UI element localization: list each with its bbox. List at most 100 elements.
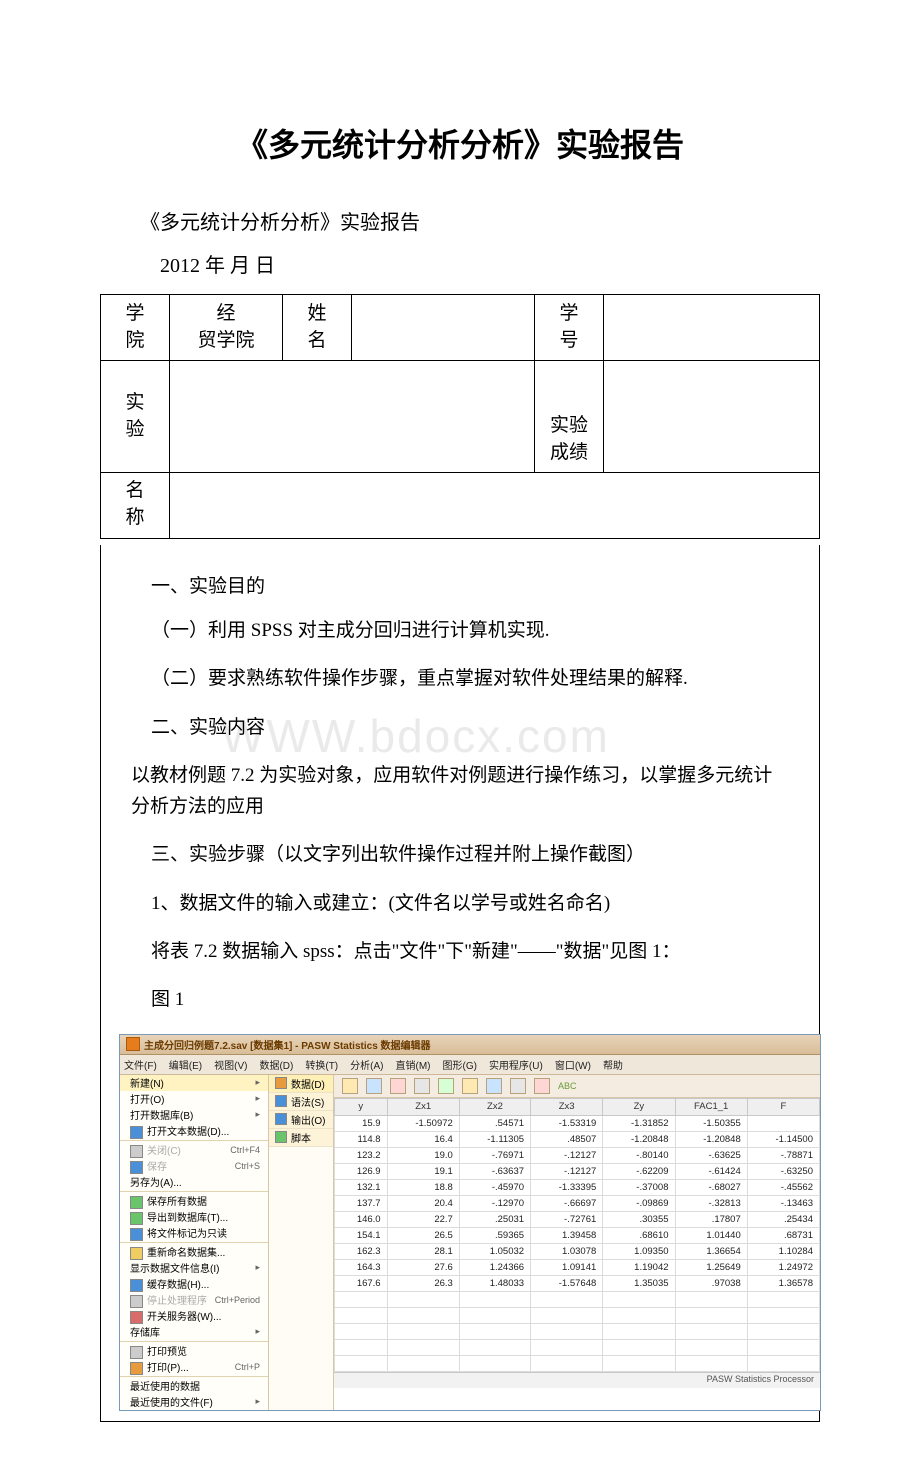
submenu-item[interactable]: 输出(O) — [269, 1111, 333, 1129]
grid-cell[interactable]: .48507 — [531, 1131, 603, 1147]
file-menu-item[interactable]: 打印预览 — [120, 1343, 268, 1359]
table-row[interactable]: 162.328.11.050321.030781.093501.366541.1… — [335, 1243, 820, 1259]
grid-cell[interactable]: -.63637 — [459, 1163, 530, 1179]
grid-cell[interactable]: 1.35035 — [603, 1275, 675, 1291]
grid-cell[interactable]: 164.3 — [335, 1259, 388, 1275]
table-row[interactable] — [335, 1307, 820, 1323]
table-row[interactable]: 154.126.5.593651.39458.686101.01440.6873… — [335, 1227, 820, 1243]
toolbar-icon[interactable] — [534, 1078, 550, 1094]
grid-cell[interactable]: -.37008 — [603, 1179, 675, 1195]
grid-cell[interactable] — [603, 1339, 675, 1355]
grid-cell[interactable]: 1.24972 — [747, 1259, 819, 1275]
toolbar-icon[interactable] — [414, 1078, 430, 1094]
grid-cell[interactable]: .68731 — [747, 1227, 819, 1243]
file-menu-item[interactable]: 开关服务器(W)... — [120, 1308, 268, 1324]
file-menu-item[interactable]: 重新命名数据集... — [120, 1244, 268, 1260]
grid-cell[interactable]: -.45970 — [459, 1179, 530, 1195]
grid-cell[interactable]: 1.19042 — [603, 1259, 675, 1275]
new-submenu[interactable]: 数据(D)语法(S)输出(O)脚本 — [269, 1075, 334, 1410]
grid-cell[interactable]: .17807 — [675, 1211, 747, 1227]
file-menu-item[interactable]: 最近使用的数据 — [120, 1378, 268, 1394]
file-menu-item[interactable]: 打开数据库(B)▸ — [120, 1107, 268, 1123]
toolbar-icon[interactable] — [342, 1078, 358, 1094]
grid-cell[interactable]: -.62209 — [603, 1163, 675, 1179]
grid-cell[interactable]: 1.09141 — [531, 1259, 603, 1275]
file-menu-item[interactable]: 打开(O)▸ — [120, 1091, 268, 1107]
menu-item[interactable]: 窗口(W) — [555, 1057, 591, 1072]
grid-cell[interactable]: 1.03078 — [531, 1243, 603, 1259]
toolbar-icon[interactable] — [510, 1078, 526, 1094]
grid-cell[interactable] — [387, 1339, 459, 1355]
menu-item[interactable]: 编辑(E) — [169, 1057, 202, 1072]
grid-cell[interactable]: 26.3 — [387, 1275, 459, 1291]
grid-cell[interactable] — [675, 1339, 747, 1355]
file-menu-item[interactable]: 将文件标记为只读 — [120, 1225, 268, 1241]
toolbar-icon[interactable] — [462, 1078, 478, 1094]
menu-item[interactable]: 文件(F) — [124, 1057, 157, 1072]
submenu-item[interactable]: 语法(S) — [269, 1093, 333, 1111]
grid-cell[interactable]: 1.10284 — [747, 1243, 819, 1259]
grid-cell[interactable]: -1.50355 — [675, 1115, 747, 1131]
grid-cell[interactable] — [747, 1291, 819, 1307]
grid-cell[interactable]: 1.09350 — [603, 1243, 675, 1259]
grid-cell[interactable]: -1.57648 — [531, 1275, 603, 1291]
grid-cell[interactable] — [459, 1323, 530, 1339]
grid-header[interactable]: Zx1 — [387, 1098, 459, 1115]
grid-cell[interactable]: 167.6 — [335, 1275, 388, 1291]
menu-item[interactable]: 转换(T) — [305, 1057, 338, 1072]
file-menu-item[interactable]: 打印(P)...Ctrl+P — [120, 1359, 268, 1375]
grid-cell[interactable]: .68610 — [603, 1227, 675, 1243]
table-row[interactable]: 132.118.8-.45970-1.33395-.37008-.68027-.… — [335, 1179, 820, 1195]
grid-cell[interactable]: -.12127 — [531, 1147, 603, 1163]
table-row[interactable]: 146.022.7.25031-.72761.30355.17807.25434 — [335, 1211, 820, 1227]
submenu-item[interactable]: 脚本 — [269, 1129, 333, 1147]
file-menu-item[interactable]: 新建(N)▸ — [120, 1075, 268, 1091]
grid-cell[interactable] — [531, 1323, 603, 1339]
grid-cell[interactable]: .30355 — [603, 1211, 675, 1227]
grid-cell[interactable] — [335, 1323, 388, 1339]
grid-cell[interactable]: 27.6 — [387, 1259, 459, 1275]
toolbar-icon[interactable] — [486, 1078, 502, 1094]
abc-icon[interactable]: ABC — [558, 1081, 577, 1091]
menu-item[interactable]: 图形(G) — [442, 1057, 476, 1072]
grid-cell[interactable]: -.66697 — [531, 1195, 603, 1211]
grid-cell[interactable]: .59365 — [459, 1227, 530, 1243]
grid-cell[interactable]: 114.8 — [335, 1131, 388, 1147]
grid-cell[interactable]: -.63250 — [747, 1163, 819, 1179]
file-menu-item[interactable]: 显示数据文件信息(I)▸ — [120, 1260, 268, 1276]
data-grid[interactable]: yZx1Zx2Zx3ZyFAC1_1F15.9-1.50972.54571-1.… — [334, 1098, 820, 1372]
grid-cell[interactable]: 162.3 — [335, 1243, 388, 1259]
table-row[interactable] — [335, 1291, 820, 1307]
grid-cell[interactable]: -1.14500 — [747, 1131, 819, 1147]
file-menu-item[interactable]: 另存为(A)... — [120, 1174, 268, 1190]
spss-toolbar[interactable]: ABC — [334, 1075, 820, 1098]
grid-cell[interactable] — [603, 1355, 675, 1371]
grid-cell[interactable]: 154.1 — [335, 1227, 388, 1243]
grid-cell[interactable]: -.12127 — [531, 1163, 603, 1179]
toolbar-icon[interactable] — [390, 1078, 406, 1094]
menu-item[interactable]: 视图(V) — [214, 1057, 247, 1072]
grid-cell[interactable]: -1.50972 — [387, 1115, 459, 1131]
submenu-item[interactable]: 数据(D) — [269, 1075, 333, 1093]
grid-cell[interactable] — [747, 1339, 819, 1355]
grid-header[interactable]: Zx3 — [531, 1098, 603, 1115]
grid-cell[interactable]: 126.9 — [335, 1163, 388, 1179]
spss-menubar[interactable]: 文件(F)编辑(E)视图(V)数据(D)转换(T)分析(A)直销(M)图形(G)… — [120, 1055, 820, 1075]
grid-cell[interactable]: -.78871 — [747, 1147, 819, 1163]
grid-cell[interactable] — [747, 1355, 819, 1371]
grid-cell[interactable]: .97038 — [675, 1275, 747, 1291]
grid-cell[interactable] — [675, 1307, 747, 1323]
grid-cell[interactable] — [603, 1323, 675, 1339]
grid-cell[interactable] — [459, 1339, 530, 1355]
grid-cell[interactable] — [531, 1339, 603, 1355]
grid-cell[interactable]: -1.33395 — [531, 1179, 603, 1195]
grid-cell[interactable] — [387, 1323, 459, 1339]
file-menu-item[interactable]: 缓存数据(H)... — [120, 1276, 268, 1292]
grid-cell[interactable]: 146.0 — [335, 1211, 388, 1227]
grid-cell[interactable]: 1.25649 — [675, 1259, 747, 1275]
grid-cell[interactable]: 19.1 — [387, 1163, 459, 1179]
grid-cell[interactable] — [603, 1307, 675, 1323]
file-menu-item[interactable]: 导出到数据库(T)... — [120, 1209, 268, 1225]
grid-cell[interactable]: 19.0 — [387, 1147, 459, 1163]
grid-cell[interactable]: -1.31852 — [603, 1115, 675, 1131]
